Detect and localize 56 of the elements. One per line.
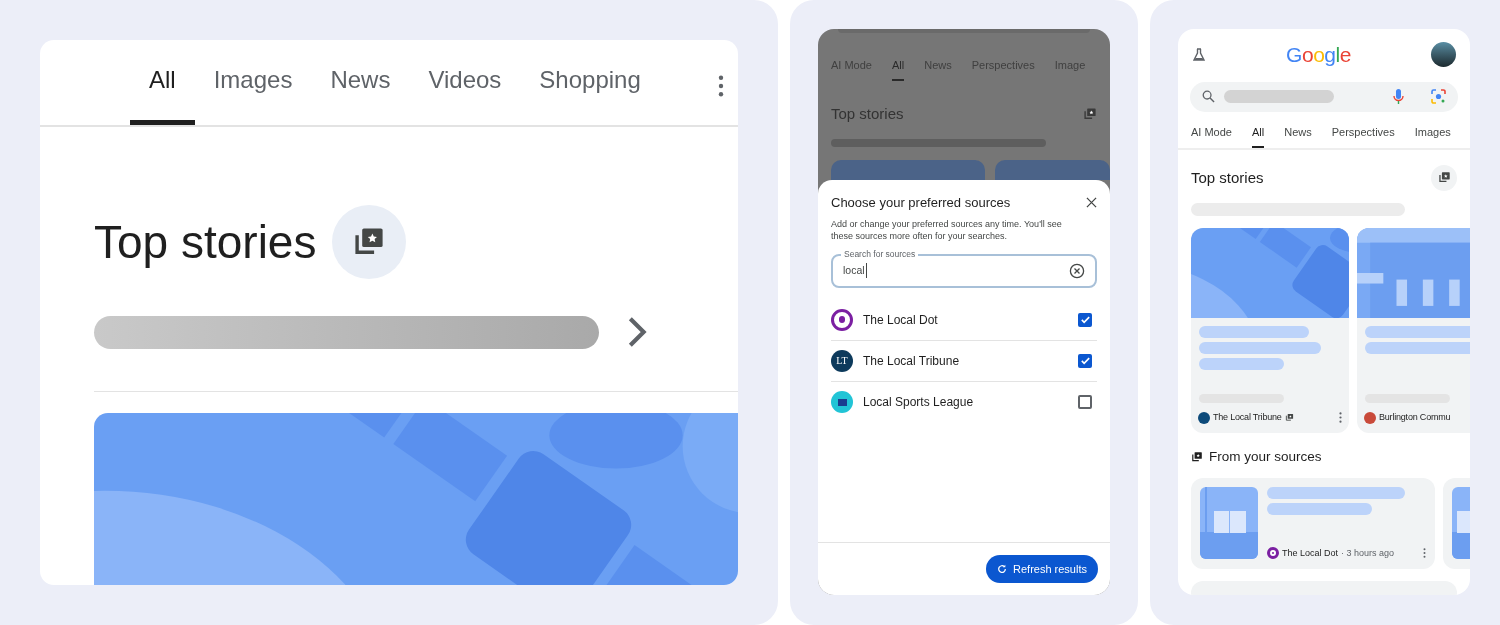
section-title: Top stories [94,214,317,270]
more-icon[interactable] [1339,412,1342,424]
story-card[interactable]: Burlington Commu [1357,227,1470,433]
source-row[interactable]: LT The Local Tribune [831,340,1097,382]
chevron-right-icon[interactable] [627,315,647,349]
tab[interactable]: Videos [409,62,521,125]
source-logo-icon [1267,547,1279,560]
tab[interactable]: All [1251,124,1265,148]
search-icon [1202,90,1215,104]
preferred-sources-button[interactable] [1431,164,1457,191]
camera-lens-icon[interactable] [1431,89,1446,105]
source-name: The Local Dot [863,311,938,329]
tab[interactable]: News [1284,124,1312,148]
close-icon[interactable] [1086,197,1097,209]
section-title: Top stories [1191,167,1264,188]
flask-icon[interactable] [1192,47,1206,62]
tab[interactable]: Perspectives [1331,124,1395,148]
stacked-cards-icon [1284,413,1294,423]
source-row[interactable]: The Local Dot [831,299,1097,341]
source-name: The Local Tribune [863,352,960,370]
tab[interactable]: Shopping [520,62,660,125]
refresh-results-button[interactable]: Refresh results [986,555,1098,583]
source-name: The Local Tribune [1213,411,1282,424]
avatar[interactable] [1431,42,1456,68]
source-name: Burlington Commu [1379,411,1451,424]
refresh-icon [997,564,1007,574]
section-title: From your sources [1209,447,1322,466]
checkbox[interactable] [1078,395,1092,409]
story-card[interactable]: The Local Tribune [1191,227,1349,433]
more-icon[interactable] [1423,548,1426,559]
source-name: The Local Dot [1282,546,1339,560]
checkbox[interactable] [1078,353,1092,368]
flag-logo-icon [831,391,853,413]
section-title: Top stories [831,103,904,124]
tab[interactable]: All [130,62,195,125]
more-icon[interactable] [718,75,724,97]
story-time: · 3 hours ago [1341,546,1395,560]
tab[interactable]: Images [194,62,312,125]
source-name: Local Sports League [863,394,974,411]
dialog-title: Choose your preferred sources [831,194,1011,212]
google-logo: Google [1286,42,1351,68]
stacked-cards-icon [1437,171,1451,185]
source-story-card[interactable]: The Local Dot · 3 hours ago [1191,478,1435,569]
tab[interactable]: News [311,62,410,125]
source-row[interactable]: Local Sports League [831,381,1097,423]
microphone-icon[interactable] [1393,88,1404,105]
tab[interactable]: Images [1414,124,1451,148]
source-logo: LT [831,349,853,372]
source-logo-icon [831,308,853,331]
clear-icon[interactable] [1069,262,1085,279]
checkbox[interactable] [1078,312,1092,327]
field-value: local [843,262,867,279]
stacked-cards-icon [1191,450,1203,463]
stacked-cards-icon [1083,106,1097,121]
tab[interactable]: AI Mode [1191,124,1232,148]
dialog-description: Add or change your preferred sources any time. You'll see these sources more often for your searches. [830,217,1063,242]
